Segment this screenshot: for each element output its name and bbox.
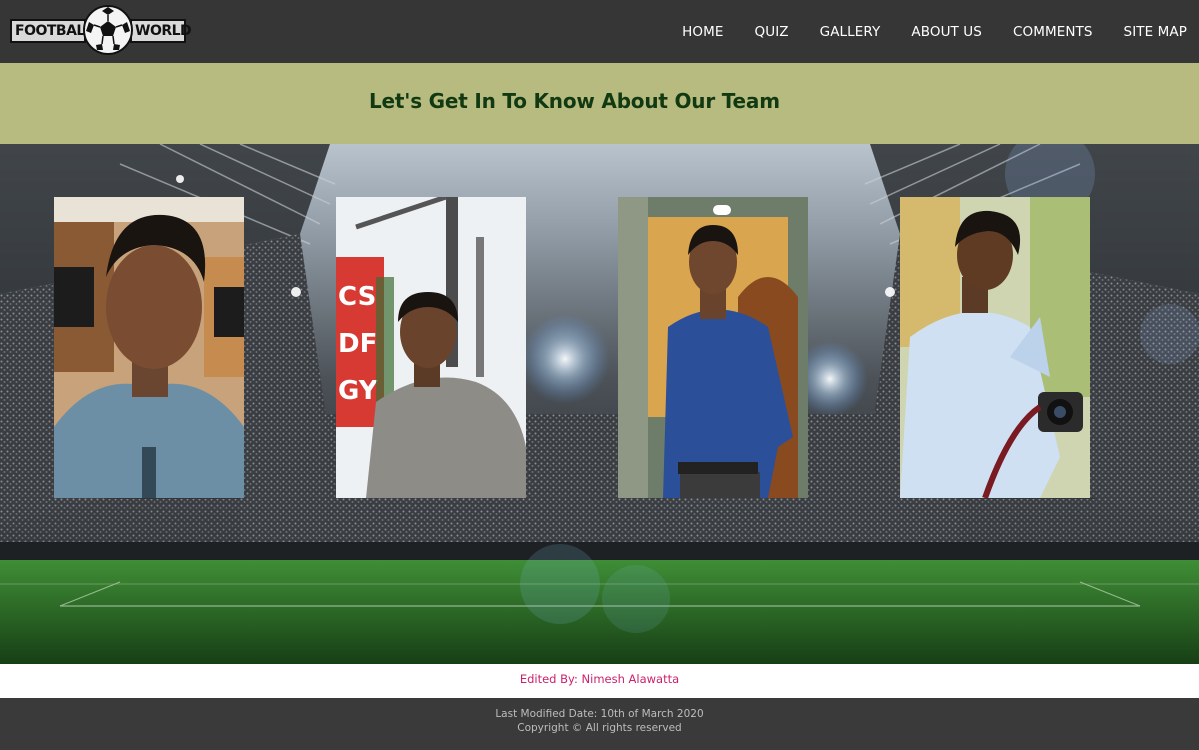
sign-line-2: DF xyxy=(338,329,377,359)
nav-gallery[interactable]: GALLERY xyxy=(820,24,881,40)
logo-text-right: WORLD xyxy=(130,19,192,43)
main-nav: HOME QUIZ GALLERY ABOUT US COMMENTS SITE… xyxy=(682,0,1199,63)
nav-comments[interactable]: COMMENTS xyxy=(1013,24,1093,40)
nav-home[interactable]: HOME xyxy=(682,24,723,40)
team-member-photo-1[interactable] xyxy=(54,197,244,498)
team-member-photo-2[interactable]: CS DF GY xyxy=(336,197,526,498)
nav-about-us[interactable]: ABOUT US xyxy=(911,24,982,40)
site-footer: Last Modified Date: 10th of March 2020 C… xyxy=(0,698,1199,750)
last-modified-date: Last Modified Date: 10th of March 2020 xyxy=(495,708,704,720)
soccer-ball-icon xyxy=(83,5,133,55)
sign-line-1: CS xyxy=(338,282,376,312)
team-member-photo-4[interactable] xyxy=(900,197,1090,498)
nav-quiz[interactable]: QUIZ xyxy=(755,24,789,40)
title-band: Let's Get In To Know About Our Team xyxy=(0,63,1199,144)
team-member-photo-3[interactable] xyxy=(618,197,808,498)
copyright-text: Copyright © All rights reserved xyxy=(517,722,682,734)
logo-text-left: FOOTBALL xyxy=(10,19,94,43)
page-title: Let's Get In To Know About Our Team xyxy=(369,89,780,113)
nav-site-map[interactable]: SITE MAP xyxy=(1124,24,1187,40)
editor-strip: Edited By: Nimesh Alawatta xyxy=(0,664,1199,698)
site-header: FOOTBALL WORLD HOME QUIZ GALLERY ABOUT U… xyxy=(0,0,1199,63)
sign-line-3: GY xyxy=(338,376,379,406)
editor-credit: Edited By: Nimesh Alawatta xyxy=(519,672,680,686)
stadium-background: CS DF GY xyxy=(0,144,1199,664)
football-world-logo[interactable]: FOOTBALL WORLD xyxy=(10,4,192,59)
